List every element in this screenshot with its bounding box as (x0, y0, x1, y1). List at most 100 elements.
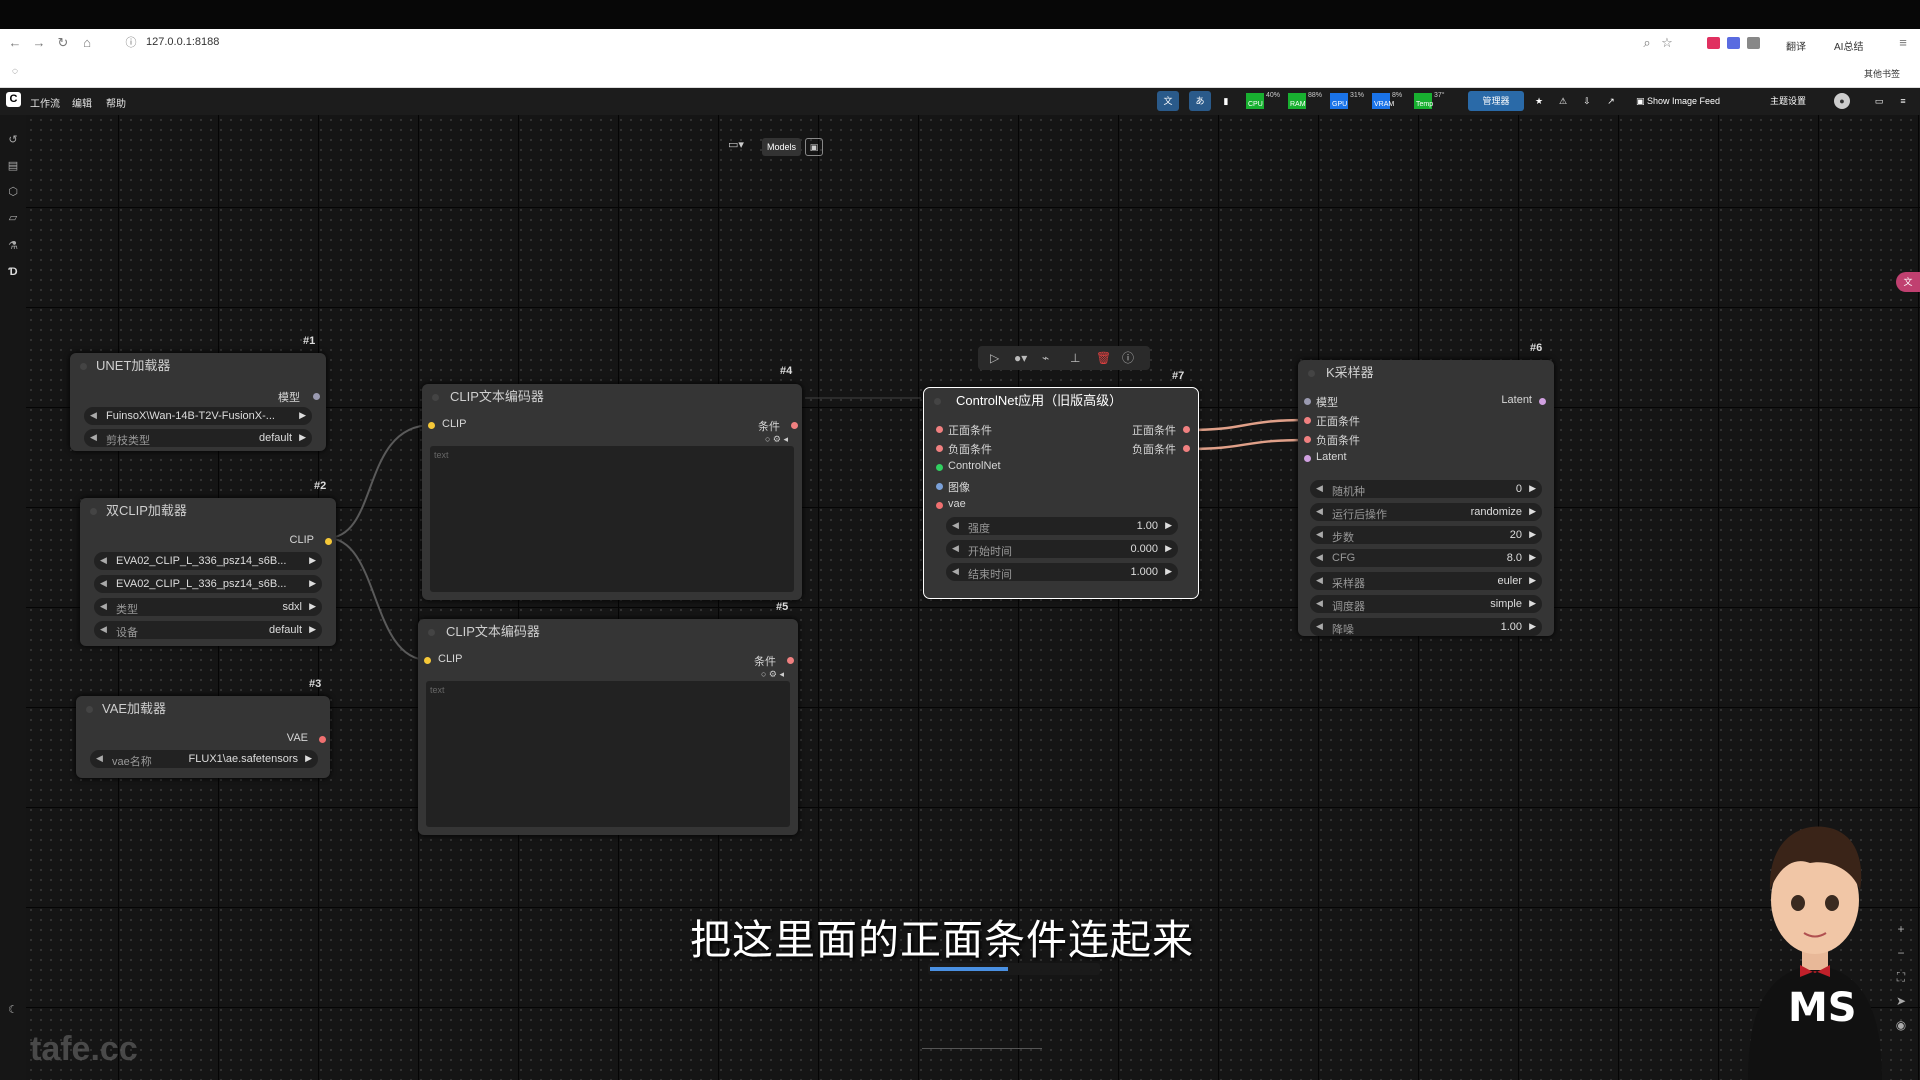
arrow-left-icon[interactable]: ◀ (100, 578, 107, 589)
model-input-slot[interactable] (1304, 398, 1311, 405)
arrow-left-icon[interactable]: ◀ (1316, 621, 1323, 632)
widget-value: 8.0 (1506, 552, 1522, 564)
arrow-left-icon[interactable]: ◀ (100, 555, 107, 566)
negative-input-slot[interactable] (936, 445, 943, 452)
negative-input-slot[interactable] (1304, 436, 1311, 443)
arrow-left-icon[interactable]: ◀ (1316, 552, 1323, 563)
positive-input-slot[interactable] (936, 426, 943, 433)
arrow-right-icon[interactable]: ▶ (309, 555, 316, 566)
arrow-left-icon[interactable]: ◀ (952, 566, 959, 577)
arrow-left-icon[interactable]: ◀ (1316, 598, 1323, 609)
arrow-left-icon[interactable]: ◀ (952, 543, 959, 554)
widget-toggle-icon[interactable]: ○ ⚙ ◂ (761, 669, 784, 680)
arrow-right-icon[interactable]: ▶ (1165, 543, 1172, 554)
negative-output-slot[interactable] (1183, 445, 1190, 452)
ksampler-node[interactable]: K采样器 模型 正面条件 负面条件 Latent Latent ◀ 随机种 0 ▶ ◀ 运… (1298, 360, 1554, 636)
prompt-textarea[interactable]: text (426, 681, 790, 827)
latent-output-slot[interactable] (1539, 398, 1546, 405)
clip-text-encode-node[interactable]: CLIP文本编码器 CLIP 条件 ○ ⚙ ◂ text (422, 384, 802, 600)
arrow-right-icon[interactable]: ▶ (1529, 598, 1536, 609)
prompt-textarea[interactable]: text (430, 446, 794, 592)
arrow-right-icon[interactable]: ▶ (1529, 552, 1536, 563)
arrow-right-icon[interactable]: ▶ (1529, 621, 1536, 632)
arrow-left-icon[interactable]: ◀ (1316, 529, 1323, 540)
arrow-right-icon[interactable]: ▶ (309, 601, 316, 612)
clip-text-encode-node[interactable]: CLIP文本编码器 CLIP 条件 ○ ⚙ ◂ text (418, 619, 798, 835)
arrow-left-icon[interactable]: ◀ (1316, 506, 1323, 517)
arrow-right-icon[interactable]: ▶ (1529, 529, 1536, 540)
collapse-dot[interactable] (428, 629, 435, 636)
ksampler-widget[interactable]: ◀ 步数 20 ▶ (1310, 526, 1542, 544)
prune-type-widget[interactable]: ◀ 剪枝类型 default ▶ (84, 429, 312, 447)
pin-icon[interactable]: ⊥ (1070, 346, 1080, 370)
arrow-right-icon[interactable]: ▶ (305, 753, 312, 764)
progress-toast (928, 963, 1100, 975)
arrow-right-icon[interactable]: ▶ (299, 432, 306, 443)
start-percent-widget[interactable]: ◀ 开始时间 0.000 ▶ (946, 540, 1178, 558)
positive-input-slot[interactable] (1304, 417, 1311, 424)
clip-input-slot[interactable] (428, 422, 435, 429)
arrow-left-icon[interactable]: ◀ (952, 520, 959, 531)
clip-input-slot[interactable] (424, 657, 431, 664)
model-output-slot[interactable] (313, 393, 320, 400)
ksampler-widget[interactable]: ◀ 降噪 1.00 ▶ (1310, 618, 1542, 636)
widget-toggle-icon[interactable]: ○ ⚙ ◂ (765, 434, 788, 445)
arrow-left-icon[interactable]: ◀ (1316, 483, 1323, 494)
controlnet-apply-node[interactable]: ControlNet应用（旧版高级） 正面条件 负面条件 ControlNet … (923, 387, 1199, 599)
end-percent-widget[interactable]: ◀ 结束时间 1.000 ▶ (946, 563, 1178, 581)
side-tab-icon[interactable]: 文 (1896, 272, 1920, 292)
conditioning-output-slot[interactable] (791, 422, 798, 429)
arrow-left-icon[interactable]: ◀ (100, 601, 107, 612)
widget-value: default (258, 432, 292, 444)
device-widget[interactable]: ◀ 设备 default ▶ (94, 621, 322, 639)
vae-name-widget[interactable]: ◀ vae名称 FLUX1\ae.safetensors ▶ (90, 750, 318, 768)
widget-value: euler (1497, 575, 1522, 587)
ksampler-widget[interactable]: ◀ 随机种 0 ▶ (1310, 480, 1542, 498)
arrow-right-icon[interactable]: ▶ (1165, 566, 1172, 577)
arrow-right-icon[interactable]: ▶ (299, 410, 306, 421)
ksampler-widget[interactable]: ◀ 调度器 simple ▶ (1310, 595, 1542, 613)
ksampler-widget[interactable]: ◀ 采样器 euler ▶ (1310, 572, 1542, 590)
arrow-left-icon[interactable]: ◀ (96, 753, 103, 764)
vae-output-slot[interactable] (319, 736, 326, 743)
collapse-dot[interactable] (934, 398, 941, 405)
strength-widget[interactable]: ◀ 强度 1.00 ▶ (946, 517, 1178, 535)
collapse-dot[interactable] (90, 508, 97, 515)
collapse-dot[interactable] (1308, 370, 1315, 377)
collapse-dot[interactable] (432, 394, 439, 401)
arrow-left-icon[interactable]: ◀ (90, 432, 97, 443)
output-label: CLIP (289, 534, 314, 546)
latent-input-slot[interactable] (1304, 455, 1311, 462)
vae-input-slot[interactable] (936, 502, 943, 509)
ksampler-widget[interactable]: ◀ 运行后操作 randomize ▶ (1310, 503, 1542, 521)
clip-name2-widget[interactable]: ◀ EVA02_CLIP_L_336_psz14_s6B... ▶ (94, 575, 322, 593)
info-icon[interactable]: ⓘ (1122, 346, 1134, 370)
positive-output-slot[interactable] (1183, 426, 1190, 433)
color-dot-icon[interactable]: ●▾ (1014, 346, 1027, 370)
dual-clip-loader-node[interactable]: 双CLIP加载器 CLIP ◀ EVA02_CLIP_L_336_psz14_s6… (80, 498, 336, 646)
unet-loader-node[interactable]: UNET加载器 模型 ◀ FuinsoX\Wan-14B-T2V-FusionX-… (70, 353, 326, 451)
unet-name-widget[interactable]: ◀ FuinsoX\Wan-14B-T2V-FusionX-... ▶ (84, 407, 312, 425)
ksampler-widget[interactable]: ◀ CFG 8.0 ▶ (1310, 549, 1542, 567)
clip-output-slot[interactable] (325, 538, 332, 545)
arrow-left-icon[interactable]: ◀ (90, 410, 97, 421)
conditioning-output-slot[interactable] (787, 657, 794, 664)
collapse-dot[interactable] (86, 706, 93, 713)
arrow-left-icon[interactable]: ◀ (100, 624, 107, 635)
image-input-slot[interactable] (936, 483, 943, 490)
arrow-right-icon[interactable]: ▶ (1529, 575, 1536, 586)
arrow-right-icon[interactable]: ▶ (1529, 506, 1536, 517)
delete-icon[interactable]: 🗑 (1096, 346, 1111, 370)
arrow-left-icon[interactable]: ◀ (1316, 575, 1323, 586)
arrow-right-icon[interactable]: ▶ (309, 578, 316, 589)
clip-name1-widget[interactable]: ◀ EVA02_CLIP_L_336_psz14_s6B... ▶ (94, 552, 322, 570)
arrow-right-icon[interactable]: ▶ (1165, 520, 1172, 531)
collapse-dot[interactable] (80, 363, 87, 370)
bypass-icon[interactable]: ⌁ (1042, 346, 1049, 370)
run-icon[interactable]: ▷ (990, 346, 999, 370)
arrow-right-icon[interactable]: ▶ (1529, 483, 1536, 494)
vae-loader-node[interactable]: VAE加载器 VAE ◀ vae名称 FLUX1\ae.safetensors ▶ (76, 696, 330, 778)
arrow-right-icon[interactable]: ▶ (309, 624, 316, 635)
clip-type-widget[interactable]: ◀ 类型 sdxl ▶ (94, 598, 322, 616)
controlnet-input-slot[interactable] (936, 464, 943, 471)
